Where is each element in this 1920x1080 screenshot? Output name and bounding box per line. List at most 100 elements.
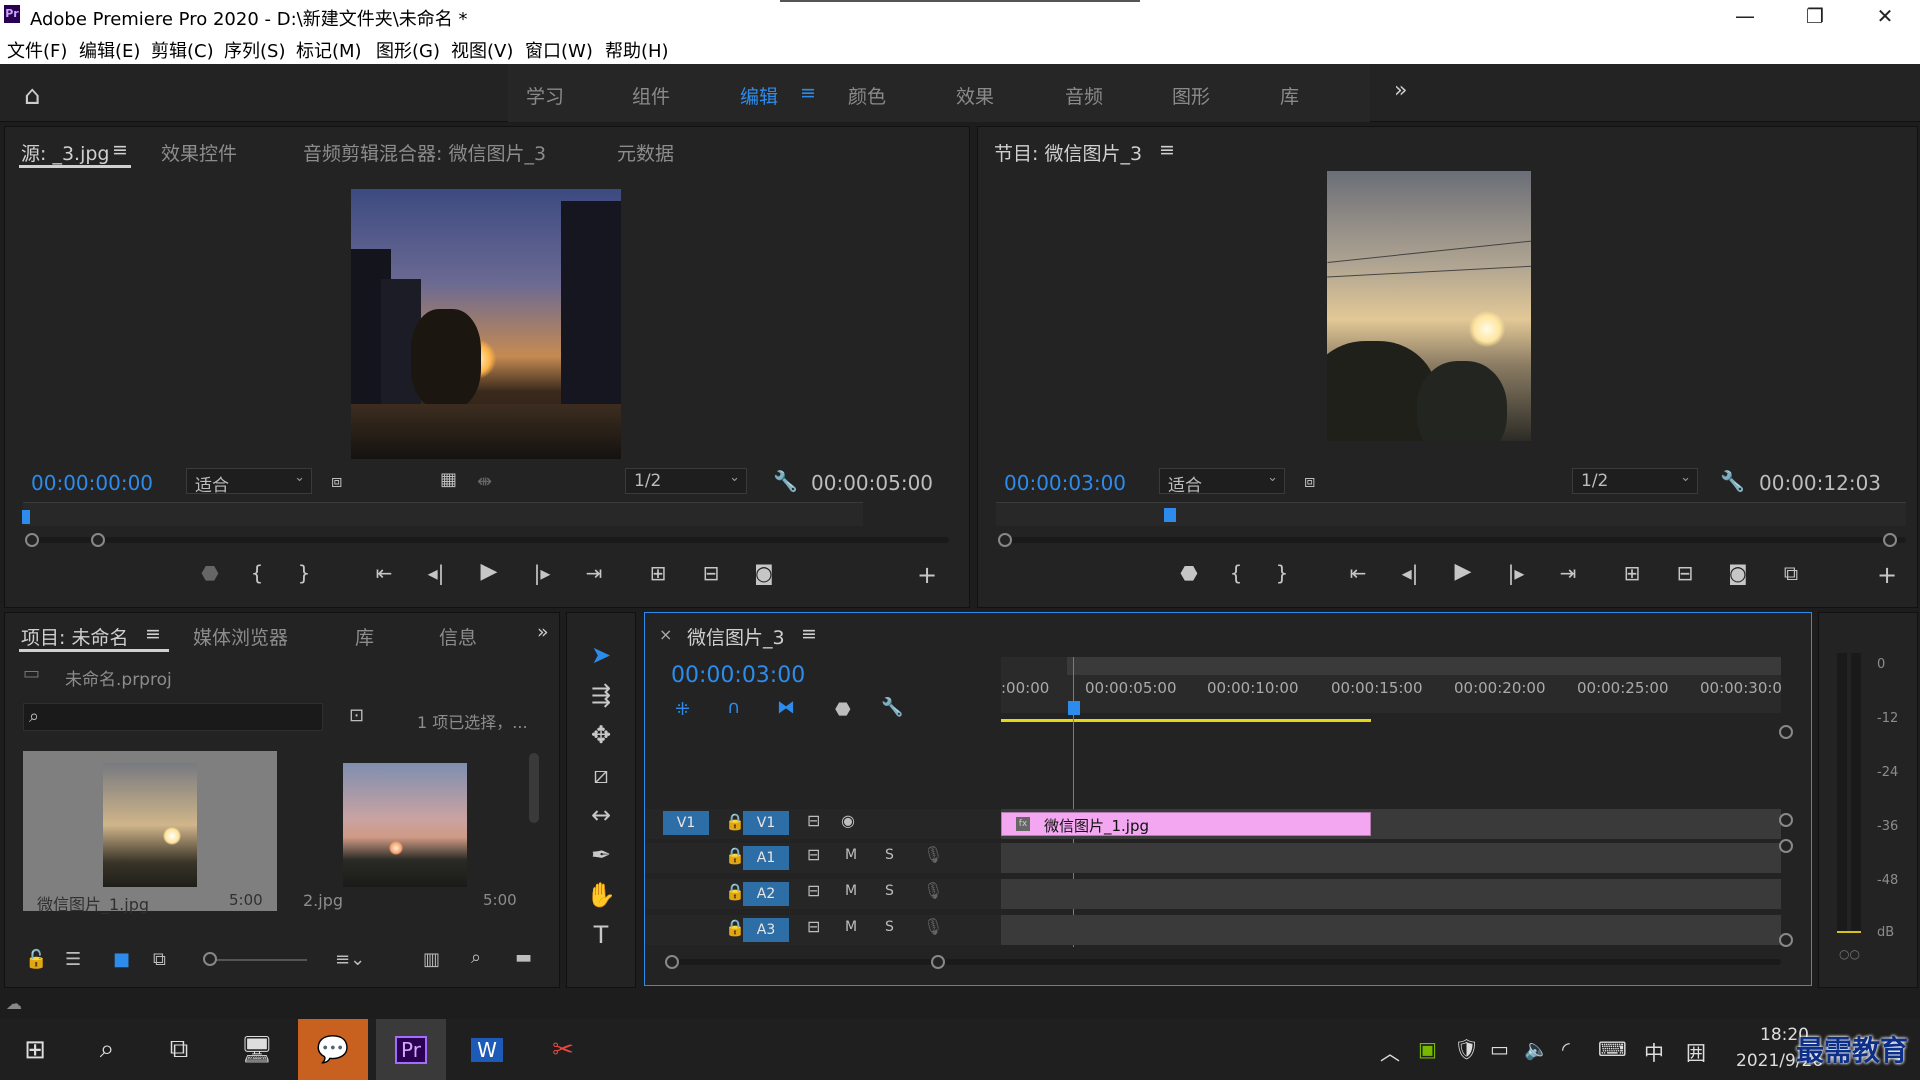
go-to-out-icon[interactable]: ⇥ (577, 561, 611, 585)
panel-overflow-icon[interactable]: » (537, 621, 549, 643)
lock-icon[interactable]: 🔓 (25, 949, 47, 970)
screenshot-tool-icon[interactable]: ✂ (528, 1019, 598, 1080)
lock-track-icon[interactable]: 🔒 (725, 918, 745, 937)
workspace-tab-assembly[interactable]: 组件 (632, 82, 670, 109)
menu-sequence[interactable]: 序列(S) (224, 37, 285, 63)
menu-help[interactable]: 帮助(H) (605, 37, 669, 63)
menu-file[interactable]: 文件(F) (7, 37, 67, 63)
menu-clip[interactable]: 剪辑(C) (151, 37, 214, 63)
source-ruler-area[interactable] (23, 502, 863, 526)
vertical-scroll-handle[interactable] (1779, 813, 1793, 827)
source-playhead[interactable] (22, 510, 30, 524)
mark-in-icon[interactable]: { (1219, 561, 1253, 585)
menu-marker[interactable]: 标记(M) (296, 37, 362, 63)
ime-indicator[interactable]: 中 (1644, 1037, 1664, 1066)
audio-track-lane[interactable] (1001, 879, 1781, 909)
solo-button[interactable]: S (885, 847, 894, 863)
timeline-panel-menu-icon[interactable]: ≡ (801, 623, 817, 645)
tab-libraries[interactable]: 库 (355, 623, 374, 650)
horizontal-scrollbar[interactable] (671, 959, 1781, 965)
step-forward-icon[interactable]: |▸ (1499, 561, 1533, 585)
drag-video-icon[interactable]: ▦ (440, 469, 457, 490)
security-icon[interactable]: 🛡 (1454, 1037, 1479, 1061)
mark-in-icon[interactable]: { (240, 561, 274, 585)
zoom-handle-right[interactable] (91, 533, 105, 547)
menu-window[interactable]: 窗口(W) (525, 37, 593, 63)
tab-metadata[interactable]: 元数据 (617, 139, 674, 166)
horizontal-scroll-handle[interactable] (665, 955, 679, 969)
mute-button[interactable]: M (845, 883, 857, 899)
solo-button[interactable]: S (885, 883, 894, 899)
tab-info[interactable]: 信息 (439, 623, 477, 650)
desktop-app-icon[interactable]: 🖥 (226, 1019, 288, 1080)
program-playhead[interactable] (1164, 508, 1176, 522)
add-marker-icon[interactable]: ⬣ (835, 699, 851, 720)
ime-mode-icon[interactable]: 囲 (1686, 1037, 1706, 1066)
workspace-tab-learn[interactable]: 学习 (526, 82, 564, 109)
lift-icon[interactable]: ⊞ (1615, 561, 1649, 585)
freeform-view-icon[interactable]: ⧉ (153, 949, 166, 970)
export-frame-icon[interactable]: ◙ (747, 561, 781, 585)
windows-start-icon[interactable]: ⊞ (4, 1019, 66, 1080)
nvidia-icon[interactable]: ▣ (1418, 1037, 1437, 1061)
premiere-taskbar-icon[interactable]: Pr (376, 1019, 446, 1080)
mark-out-icon[interactable]: } (1265, 561, 1299, 585)
keyboard-icon[interactable]: ⌨ (1598, 1037, 1627, 1061)
project-search-input[interactable] (23, 703, 323, 731)
step-forward-icon[interactable]: |▸ (525, 561, 559, 585)
tab-program[interactable]: 节目: 微信图片_3 (994, 139, 1142, 166)
sync-lock-icon[interactable]: ⊟ (807, 881, 820, 900)
sync-lock-icon[interactable]: ⊟ (807, 917, 820, 936)
export-frame-icon[interactable]: ◙ (1721, 561, 1755, 585)
mute-button[interactable]: M (845, 847, 857, 863)
wrench-icon[interactable]: 🔧 (1720, 469, 1745, 493)
step-back-icon[interactable]: ◂| (419, 561, 453, 585)
new-bin-from-search-icon[interactable]: ⊡ (349, 705, 364, 726)
timeline-playhead-handle[interactable] (1068, 701, 1080, 715)
add-marker-icon[interactable]: ⬣ (1172, 561, 1206, 585)
lock-track-icon[interactable]: 🔒 (725, 846, 745, 865)
source-patch-v1[interactable]: V1 (663, 811, 709, 835)
microphone-icon[interactable]: 🎙 (923, 845, 943, 864)
workspace-tab-editing[interactable]: 编辑 (740, 82, 778, 109)
mark-out-icon[interactable]: } (287, 561, 321, 585)
sync-lock-icon[interactable]: ⊟ (807, 811, 820, 830)
button-editor-icon[interactable]: + (910, 561, 944, 589)
type-tool-icon[interactable]: T (581, 921, 621, 949)
zoom-slider-track[interactable] (211, 959, 307, 961)
eye-icon[interactable]: ◉ (841, 811, 855, 830)
program-current-timecode[interactable]: 00:00:03:00 (1004, 471, 1126, 495)
workspace-tab-color[interactable]: 颜色 (848, 82, 886, 109)
program-ruler-area[interactable] (996, 502, 1906, 526)
track-target-a3[interactable]: A3 (743, 918, 789, 942)
comparison-view-icon[interactable]: ⧉ (1774, 561, 1808, 585)
home-icon[interactable]: ⌂ (24, 81, 41, 111)
find-icon[interactable]: ⌕ (471, 947, 481, 968)
slip-tool-icon[interactable]: ↔ (581, 801, 621, 829)
word-icon[interactable]: W (452, 1019, 522, 1080)
creative-cloud-icon[interactable]: ☁ (6, 994, 22, 1013)
volume-icon[interactable]: 🔈 (1524, 1037, 1549, 1061)
solo-dots-icon[interactable]: ○○ (1839, 947, 1860, 961)
hand-tool-icon[interactable]: ✋ (581, 881, 621, 909)
tab-project[interactable]: 项目: 未命名 (21, 623, 128, 650)
new-bin-icon[interactable]: ▬ (515, 947, 532, 968)
microphone-icon[interactable]: 🎙 (923, 917, 943, 936)
close-button[interactable]: ✕ (1850, 0, 1920, 32)
sort-icons-icon[interactable]: ≡⌄ (335, 949, 365, 970)
menu-graphics[interactable]: 图形(G) (376, 37, 440, 63)
vertical-scroll-handle[interactable] (1779, 725, 1793, 739)
workspace-menu-icon[interactable]: ≡ (800, 82, 816, 104)
workspace-tab-audio[interactable]: 音频 (1065, 82, 1103, 109)
safe-margins-icon[interactable]: ⧈ (1304, 471, 1315, 492)
step-back-icon[interactable]: ◂| (1393, 561, 1427, 585)
audio-track-lane[interactable] (1001, 915, 1781, 945)
go-to-in-icon[interactable]: ⇤ (367, 561, 401, 585)
wechat-icon[interactable]: 💬 (298, 1019, 368, 1080)
track-target-a2[interactable]: A2 (743, 882, 789, 906)
source-zoom-bar[interactable] (33, 537, 949, 543)
horizontal-scroll-handle[interactable] (931, 955, 945, 969)
go-to-out-icon[interactable]: ⇥ (1551, 561, 1585, 585)
program-zoom-bar[interactable] (1006, 537, 1906, 543)
go-to-in-icon[interactable]: ⇤ (1341, 561, 1375, 585)
